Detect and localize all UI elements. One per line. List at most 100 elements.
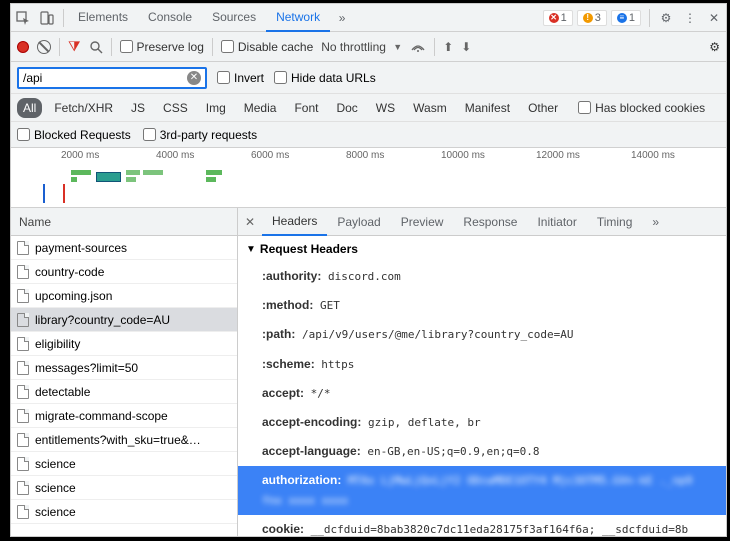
- preserve-log-checkbox[interactable]: Preserve log: [120, 40, 204, 54]
- tab-sources[interactable]: Sources: [202, 4, 266, 31]
- request-row[interactable]: payment-sources: [11, 236, 237, 260]
- type-all[interactable]: All: [17, 98, 42, 118]
- file-icon: [17, 457, 29, 471]
- request-row[interactable]: messages?limit=50: [11, 356, 237, 380]
- detail-tab-headers[interactable]: Headers: [262, 209, 327, 236]
- record-button[interactable]: [17, 41, 29, 53]
- request-row[interactable]: detectable: [11, 380, 237, 404]
- request-name: library?country_code=AU: [35, 313, 170, 327]
- header-row[interactable]: :method: GET: [238, 291, 726, 320]
- warning-pill[interactable]: !3: [577, 10, 607, 26]
- file-icon: [17, 433, 29, 447]
- type-js[interactable]: JS: [125, 98, 151, 118]
- request-name: entitlements?with_sku=true&…: [35, 433, 201, 447]
- tab-network[interactable]: Network: [266, 4, 330, 32]
- kebab-icon[interactable]: ⋮: [678, 5, 702, 31]
- request-row[interactable]: library?country_code=AU: [11, 308, 237, 332]
- header-row[interactable]: accept: */*: [238, 379, 726, 408]
- clear-filter-icon[interactable]: ✕: [187, 71, 201, 85]
- type-wasm[interactable]: Wasm: [407, 98, 453, 118]
- message-count: 1: [629, 12, 635, 24]
- detail-tab-payload[interactable]: Payload: [327, 208, 390, 235]
- throttling-select[interactable]: No throttling ▼: [321, 40, 402, 54]
- type-other[interactable]: Other: [522, 98, 564, 118]
- header-row[interactable]: accept-language: en-GB,en-US;q=0.9,en;q=…: [238, 437, 726, 466]
- detail-tab-preview[interactable]: Preview: [391, 208, 454, 235]
- timeline-tick: 4000 ms: [156, 150, 194, 161]
- close-devtools-icon[interactable]: ✕: [702, 5, 726, 31]
- type-media[interactable]: Media: [238, 98, 283, 118]
- more-tabs-icon[interactable]: »: [330, 5, 354, 31]
- type-css[interactable]: CSS: [157, 98, 194, 118]
- filter-input[interactable]: [23, 71, 187, 85]
- type-ws[interactable]: WS: [370, 98, 401, 118]
- export-har-icon[interactable]: ⬇: [461, 40, 471, 54]
- file-icon: [17, 289, 29, 303]
- request-row[interactable]: migrate-command-scope: [11, 404, 237, 428]
- message-pill[interactable]: ≡1: [611, 10, 641, 26]
- type-fetchxhr[interactable]: Fetch/XHR: [48, 98, 119, 118]
- tab-elements[interactable]: Elements: [68, 4, 138, 31]
- type-font[interactable]: Font: [288, 98, 324, 118]
- header-key: :scheme:: [262, 357, 315, 371]
- timeline-tick: 6000 ms: [251, 150, 289, 161]
- request-row[interactable]: science: [11, 500, 237, 524]
- request-name: science: [35, 505, 76, 519]
- detail-tab-initiator[interactable]: Initiator: [527, 208, 586, 235]
- request-row[interactable]: entitlements?with_sku=true&…: [11, 428, 237, 452]
- type-img[interactable]: Img: [200, 98, 232, 118]
- invert-checkbox[interactable]: Invert: [217, 71, 264, 85]
- search-icon[interactable]: [89, 40, 103, 54]
- header-row[interactable]: :scheme: https: [238, 350, 726, 379]
- close-detail-icon[interactable]: ✕: [238, 215, 262, 229]
- inspect-icon[interactable]: [11, 5, 35, 31]
- network-settings-icon[interactable]: ⚙: [709, 40, 720, 54]
- more-detail-tabs-icon[interactable]: »: [642, 208, 669, 235]
- clear-button[interactable]: [37, 40, 51, 54]
- header-value: gzip, deflate, br: [361, 416, 480, 429]
- type-manifest[interactable]: Manifest: [459, 98, 516, 118]
- request-row[interactable]: eligibility: [11, 332, 237, 356]
- header-row[interactable]: :path: /api/v9/users/@me/library?country…: [238, 320, 726, 349]
- has-blocked-cookies-checkbox[interactable]: Has blocked cookies: [578, 101, 705, 115]
- timeline-overview[interactable]: 2000 ms4000 ms6000 ms8000 ms10000 ms1200…: [11, 148, 726, 208]
- third-party-checkbox[interactable]: 3rd-party requests: [143, 128, 257, 142]
- header-key: :method:: [262, 298, 313, 312]
- header-value: GET: [313, 299, 340, 312]
- error-count: 1: [561, 12, 567, 24]
- request-row[interactable]: country-code: [11, 260, 237, 284]
- hide-data-urls-checkbox[interactable]: Hide data URLs: [274, 71, 376, 85]
- disable-cache-checkbox[interactable]: Disable cache: [221, 40, 313, 54]
- blocked-requests-checkbox[interactable]: Blocked Requests: [17, 128, 131, 142]
- header-key: cookie:: [262, 522, 304, 536]
- device-icon[interactable]: [35, 5, 59, 31]
- header-row[interactable]: :authority: discord.com: [238, 262, 726, 291]
- filter-icon[interactable]: ⧩: [68, 38, 81, 55]
- tab-console[interactable]: Console: [138, 4, 202, 31]
- request-name: science: [35, 481, 76, 495]
- request-row[interactable]: upcoming.json: [11, 284, 237, 308]
- request-name: country-code: [35, 265, 104, 279]
- header-key: accept:: [262, 386, 304, 400]
- type-doc[interactable]: Doc: [330, 98, 363, 118]
- detail-tab-response[interactable]: Response: [453, 208, 527, 235]
- error-pill[interactable]: ✕1: [543, 10, 573, 26]
- request-row[interactable]: science: [11, 476, 237, 500]
- network-conditions-icon[interactable]: [410, 40, 426, 54]
- request-name: migrate-command-scope: [35, 409, 168, 423]
- header-key: accept-language:: [262, 444, 361, 458]
- header-row[interactable]: accept-encoding: gzip, deflate, br: [238, 408, 726, 437]
- warning-count: 3: [595, 12, 601, 24]
- settings-icon[interactable]: ⚙: [654, 5, 678, 31]
- header-row[interactable]: cookie: __dcfduid=8bab3820c7dc11eda28175…: [238, 515, 726, 536]
- import-har-icon[interactable]: ⬆: [443, 40, 453, 54]
- request-headers-section[interactable]: ▼Request Headers: [238, 236, 726, 262]
- file-icon: [17, 337, 29, 351]
- file-icon: [17, 481, 29, 495]
- name-column-header[interactable]: Name: [11, 208, 237, 236]
- request-name: eligibility: [35, 337, 80, 351]
- detail-tab-timing[interactable]: Timing: [587, 208, 643, 235]
- request-row[interactable]: science: [11, 452, 237, 476]
- header-row[interactable]: authorization: MTAx LjMwLjQxLjY2 ODcwMDE…: [238, 466, 726, 514]
- header-key: :path:: [262, 327, 295, 341]
